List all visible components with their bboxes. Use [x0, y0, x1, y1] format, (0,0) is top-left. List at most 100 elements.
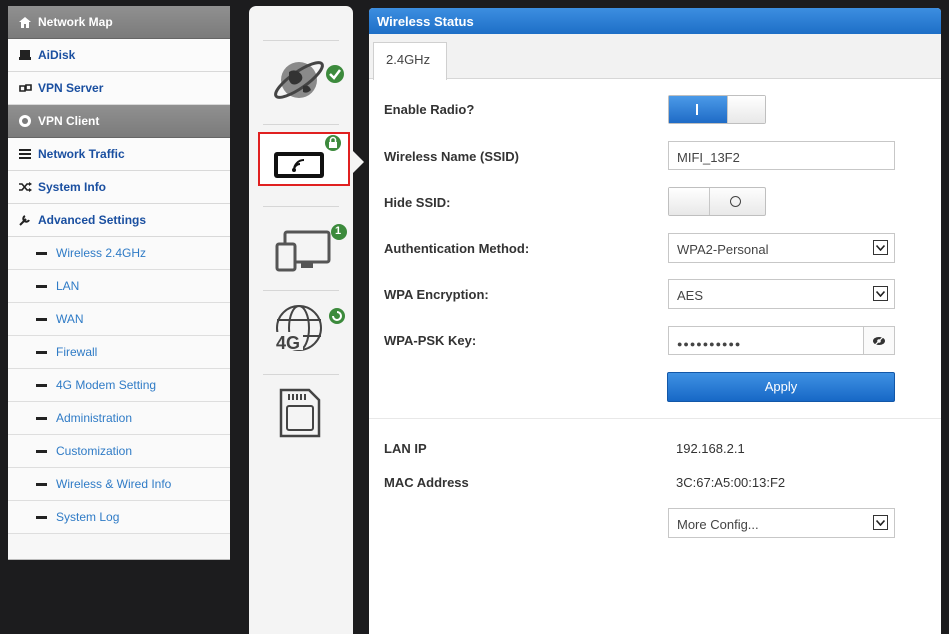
- device-iconbar: 1 4G: [249, 6, 353, 634]
- dash-icon: [36, 317, 47, 321]
- mac-address-label: MAC Address: [384, 475, 469, 490]
- wpa-psk-value: ●●●●●●●●●●: [677, 339, 742, 349]
- toggle-knob: [669, 188, 710, 215]
- sidebar-subitem-label: Wireless & Wired Info: [56, 477, 172, 491]
- sidebar-subitem-lan[interactable]: LAN: [8, 270, 230, 303]
- dash-icon: [36, 515, 47, 519]
- divider: [263, 206, 339, 207]
- sidebar-subitem-wireless[interactable]: Wireless 2.4GHz: [8, 237, 230, 270]
- sidebar-subitem-label: Firewall: [56, 345, 98, 359]
- divider: [263, 290, 339, 291]
- wpa-encryption-select[interactable]: AES: [668, 279, 895, 309]
- disk-icon: [18, 48, 32, 62]
- sidebar-item-label: VPN Client: [38, 114, 100, 128]
- sidebar-subitem-label: Wireless 2.4GHz: [56, 246, 147, 260]
- enable-radio-label: Enable Radio?: [384, 102, 475, 117]
- sidebar-item-label: Advanced Settings: [38, 213, 147, 227]
- auth-method-label: Authentication Method:: [384, 241, 530, 256]
- dash-icon: [36, 284, 47, 288]
- dash-icon: [36, 251, 47, 255]
- dash-icon: [36, 416, 47, 420]
- sidebar-subitem-label: 4G Modem Setting: [56, 378, 157, 392]
- sidebar-item-vpn-server[interactable]: VPN Server: [8, 72, 230, 105]
- sidebar-item-aidisk[interactable]: AiDisk: [8, 39, 230, 72]
- 4g-label: 4G: [276, 333, 301, 353]
- sidebar-item-label: AiDisk: [38, 48, 76, 62]
- enable-radio-toggle[interactable]: [668, 95, 766, 124]
- wireless-device-icon: [274, 135, 341, 178]
- panel-title: Wireless Status: [369, 8, 941, 34]
- sidebar-item-label: Network Traffic: [38, 147, 125, 161]
- apply-button[interactable]: Apply: [667, 372, 895, 402]
- sidebar-item-advanced-settings[interactable]: Advanced Settings: [8, 204, 230, 237]
- vpn-client-icon: [18, 114, 32, 128]
- vpn-server-icon: [18, 81, 32, 95]
- sidebar-subitem-system-log[interactable]: System Log: [8, 501, 230, 534]
- dash-icon: [36, 350, 47, 354]
- sidebar-subitem-label: Customization: [56, 444, 133, 458]
- divider: [263, 40, 339, 41]
- 4g-status-button[interactable]: 4G: [273, 296, 353, 361]
- lan-ip-label: LAN IP: [384, 441, 427, 456]
- sidebar-subitem-administration[interactable]: Administration: [8, 402, 230, 435]
- sidebar-subitem-label: System Log: [56, 510, 120, 524]
- sidebar-subitem-wan[interactable]: WAN: [8, 303, 230, 336]
- traffic-icon: [18, 147, 32, 161]
- clients-status-button[interactable]: 1: [271, 218, 353, 279]
- sidebar-subitem-label: LAN: [56, 279, 80, 293]
- auth-method-value: WPA2-Personal: [677, 242, 769, 257]
- chevron-down-icon: [873, 286, 888, 301]
- selection-arrow: [353, 151, 364, 173]
- ssid-input[interactable]: MIFI_13F2: [668, 141, 895, 170]
- tab-2-4ghz[interactable]: 2.4GHz: [373, 42, 447, 80]
- toggle-knob: [727, 96, 765, 123]
- globe-icon: [274, 61, 344, 99]
- wpa-encryption-label: WPA Encryption:: [384, 287, 489, 302]
- shuffle-icon: [18, 180, 32, 194]
- wpa-psk-label: WPA-PSK Key:: [384, 333, 477, 348]
- sidebar-subitem-wireless-wired-info[interactable]: Wireless & Wired Info: [8, 468, 230, 501]
- sidebar-subitem-4g-modem[interactable]: 4G Modem Setting: [8, 369, 230, 402]
- lan-ip-value: 192.168.2.1: [676, 441, 745, 456]
- wpa-psk-input[interactable]: ●●●●●●●●●●: [668, 326, 895, 355]
- sidebar-subitem-label: Administration: [56, 411, 133, 425]
- auth-method-select[interactable]: WPA2-Personal: [668, 233, 895, 263]
- internet-status-button[interactable]: [269, 50, 353, 115]
- dash-icon: [36, 482, 47, 486]
- sidebar-item-label: System Info: [38, 180, 107, 194]
- sidebar-item-vpn-client[interactable]: VPN Client: [8, 105, 230, 138]
- sidebar-item-label: VPN Server: [38, 81, 104, 95]
- wrench-icon: [18, 213, 32, 227]
- sidebar: Network Map AiDisk VPN Server VPN Client…: [8, 6, 230, 560]
- sidebar-item-label: Network Map: [38, 15, 113, 29]
- more-config-select[interactable]: More Config...: [668, 508, 895, 538]
- divider: [263, 374, 339, 375]
- clients-count-badge: 1: [335, 225, 342, 237]
- eye-icon: [873, 335, 885, 346]
- wireless-status-panel: Wireless Status 2.4GHz Enable Radio? Wir…: [369, 8, 941, 634]
- sidebar-subitem-customization[interactable]: Customization: [8, 435, 230, 468]
- sidebar-footer: [8, 534, 230, 560]
- home-icon: [18, 15, 32, 29]
- hide-ssid-label: Hide SSID:: [384, 195, 451, 210]
- wireless-status-button[interactable]: [258, 132, 350, 186]
- hide-ssid-toggle[interactable]: [668, 187, 766, 216]
- toggle-on-icon: [696, 104, 698, 115]
- sim-card-icon: [279, 388, 321, 438]
- chevron-down-icon: [873, 515, 888, 530]
- sidebar-item-network-traffic[interactable]: Network Traffic: [8, 138, 230, 171]
- more-config-value: More Config...: [677, 517, 759, 532]
- divider: [263, 124, 339, 125]
- divider: [369, 418, 941, 419]
- sidebar-subitem-firewall[interactable]: Firewall: [8, 336, 230, 369]
- chevron-down-icon: [873, 240, 888, 255]
- sidebar-item-system-info[interactable]: System Info: [8, 171, 230, 204]
- sidebar-subitem-label: WAN: [56, 312, 84, 326]
- wpa-encryption-value: AES: [677, 288, 704, 303]
- mac-address-value: 3C:67:A5:00:13:F2: [676, 475, 786, 490]
- dash-icon: [36, 449, 47, 453]
- sim-card-status-button[interactable]: [277, 386, 325, 445]
- sidebar-item-network-map[interactable]: Network Map: [8, 6, 230, 39]
- dash-icon: [36, 383, 47, 387]
- show-password-button[interactable]: [863, 327, 894, 354]
